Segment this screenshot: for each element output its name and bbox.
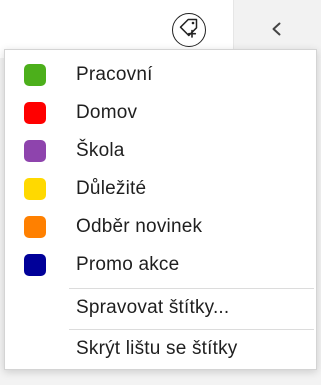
- tag-label: Pracovní: [76, 64, 153, 85]
- tag-label: Škola: [76, 140, 125, 161]
- tag-item-dulezite[interactable]: Důležité: [5, 172, 316, 206]
- hide-tag-bar-label: Skrýt lištu se štítky: [76, 338, 238, 359]
- tag-add-icon: [177, 16, 201, 45]
- tag-item-pracovni[interactable]: Pracovní: [5, 58, 316, 92]
- tag-color-swatch: [24, 102, 46, 124]
- collapse-button[interactable]: [260, 16, 294, 46]
- tag-item-promo-akce[interactable]: Promo akce: [5, 248, 316, 282]
- manage-tags-item[interactable]: Spravovat štítky...: [5, 291, 316, 325]
- tag-color-swatch: [24, 254, 46, 276]
- tag-color-swatch: [24, 178, 46, 200]
- tag-item-skola[interactable]: Škola: [5, 134, 316, 168]
- tag-item-domov[interactable]: Domov: [5, 96, 316, 130]
- menu-divider: [69, 288, 314, 289]
- manage-tags-label: Spravovat štítky...: [76, 297, 230, 318]
- tag-color-swatch: [24, 216, 46, 238]
- tag-color-swatch: [24, 64, 46, 86]
- tag-label: Odběr novinek: [76, 216, 203, 237]
- tag-color-swatch: [24, 140, 46, 162]
- tags-dropdown-menu: Pracovní Domov Škola Důležité Odběr novi…: [4, 49, 317, 370]
- menu-divider: [69, 329, 314, 330]
- add-tag-button[interactable]: [172, 13, 206, 47]
- chevron-left-icon: [269, 21, 285, 42]
- tag-label: Promo akce: [76, 254, 180, 275]
- tag-label: Domov: [76, 102, 138, 123]
- tag-label: Důležité: [76, 178, 147, 199]
- tag-item-odber-novinek[interactable]: Odběr novinek: [5, 210, 316, 244]
- hide-tag-bar-item[interactable]: Skrýt lištu se štítky: [5, 332, 316, 366]
